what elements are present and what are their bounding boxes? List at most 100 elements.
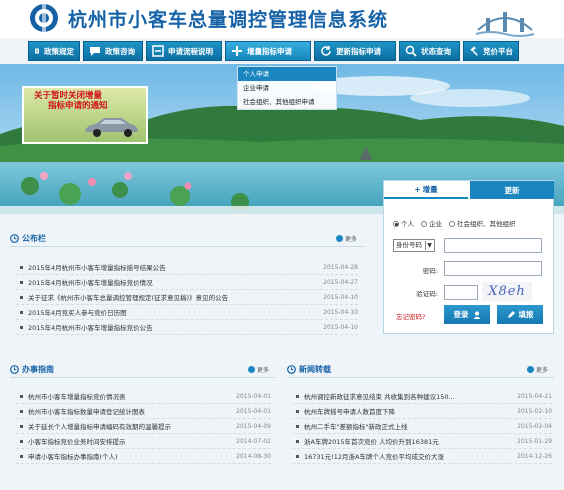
nav-policy[interactable]: 政策规定	[28, 41, 80, 61]
list-item-date: 2015-04-10	[323, 323, 358, 331]
guide-more-label: 更多	[257, 367, 270, 374]
list-item-title: 杭州车牌摇号申请人数首度下降	[304, 408, 395, 416]
radio-personal[interactable]: 个人	[393, 218, 414, 228]
list-item[interactable]: 杭州市小客车指标数量申请登记统计图表 2015-04-01	[16, 404, 271, 419]
chat-icon	[90, 47, 100, 56]
password-input[interactable]	[444, 261, 542, 276]
password-label: 密码:	[422, 267, 438, 275]
guide-divider	[10, 377, 275, 378]
nav-status-query[interactable]: 状态查询	[399, 41, 460, 61]
captcha-input[interactable]	[444, 285, 478, 300]
news-divider	[287, 377, 554, 378]
bullet-icon	[20, 409, 23, 413]
bullet-icon	[20, 424, 23, 428]
system-title: 杭州市小客车总量调控管理信息系统	[68, 9, 389, 31]
list-item[interactable]: 杭州车牌摇号申请人数首度下降 2015-02-10	[292, 404, 552, 419]
nav-auction-label: 竞价平台	[483, 46, 513, 56]
city-emblem-icon	[475, 12, 535, 37]
fill-report-button[interactable]: 填报	[497, 305, 543, 324]
list-item[interactable]: 关于延长个人增量指标申请编码有效期的温馨提示 2015-04-09	[16, 419, 271, 434]
list-item-date: 2015-04-28	[323, 263, 358, 271]
fill-button-label: 填报	[518, 310, 534, 319]
list-item-title: 关于征求《杭州市小客车总量调控管理规定(征求意见稿)》意见的公告	[28, 294, 229, 302]
more-arrow-icon	[336, 235, 343, 242]
bullet-icon	[20, 394, 23, 398]
notice-banner[interactable]: 关于暂时关闭增量 指标申请的通知	[22, 86, 148, 144]
id-number-input[interactable]	[444, 238, 542, 253]
list-item[interactable]: 杭州二手车"差额指标"新政正式上线 2015-02-04	[292, 419, 552, 434]
bulletin-more-label: 更多	[345, 236, 358, 243]
bulletin-divider	[10, 246, 365, 247]
radio-checked-icon	[393, 221, 399, 227]
list-item-title: 2015年4月杭州市小客车增量指标竞价公告	[28, 324, 153, 332]
list-item[interactable]: 16731元!12月浙A车牌个人竞价平均成交价大涨 2014-12-26	[292, 449, 552, 464]
tab-increment-label: 增量	[422, 184, 438, 194]
nav-status-label: 状态查询	[421, 46, 451, 56]
id-type-value: 身份号码	[396, 241, 422, 249]
list-item-title: 2015年4月杭州市小客车增量指标摇号结果公告	[28, 264, 166, 272]
search-icon	[405, 45, 417, 57]
captcha-label: 验证码:	[416, 290, 438, 298]
captcha-image[interactable]: X8eh	[482, 282, 532, 301]
chevron-down-icon: ▼	[425, 241, 433, 250]
list-item-date: 2015-01-29	[517, 437, 552, 445]
bullet-icon	[296, 454, 299, 458]
forgot-password-link[interactable]: 忘记密码?	[396, 311, 425, 321]
list-item[interactable]: 2015年4月杭州市小客车增量指标摇号结果公告 2015-04-28	[16, 260, 358, 275]
clock-icon	[287, 364, 296, 374]
tab-update[interactable]: 更新	[470, 181, 554, 199]
list-item-title: 杭州市小客车指标数量申请登记统计图表	[28, 408, 145, 416]
nav-increment-apply[interactable]: 增量指标申请	[225, 41, 311, 61]
list-item-date: 2015-04-10	[323, 308, 358, 316]
list-item-title: 申请小客车指标办事指南(个人)	[28, 453, 118, 461]
nav-update-apply[interactable]: 更新指标申请	[314, 41, 396, 61]
radio-company[interactable]: 企业	[421, 218, 442, 228]
clock-icon	[10, 364, 19, 374]
list-item-date: 2015-04-10	[323, 293, 358, 301]
plus-icon	[232, 46, 242, 56]
radio-other-org[interactable]: 社会组织、其他组织	[449, 218, 516, 228]
id-type-select[interactable]: 身份号码 ▼	[393, 239, 435, 252]
plus-icon: +	[414, 184, 421, 194]
list-item[interactable]: 关于征求《杭州市小客车总量调控管理规定(征求意见稿)》意见的公告 2015-04-…	[16, 290, 358, 305]
list-item[interactable]: 杭州调控新政征求意见结束 共收集到各种建议150... 2015-04-21	[292, 389, 552, 404]
radio-company-label: 企业	[429, 220, 442, 228]
nav-process[interactable]: 申请流程说明	[146, 41, 222, 61]
list-item-date: 2015-04-01	[236, 392, 271, 400]
dropdown-organization-apply[interactable]: 社会组织、其他组织申请	[238, 95, 336, 109]
bullet-icon	[20, 325, 23, 329]
bullet-icon	[20, 310, 23, 314]
bullet-icon	[20, 265, 23, 269]
refresh-icon	[321, 46, 331, 56]
list-item[interactable]: 小客车指标竞价业务时间安排提示 2014-07-02	[16, 434, 271, 449]
guide-more-link[interactable]: 更多	[248, 365, 269, 374]
login-button[interactable]: 登录	[444, 305, 490, 324]
bulletin-more-link[interactable]: 更多	[336, 234, 357, 243]
tab-increment[interactable]: + 增量	[384, 181, 468, 199]
radio-unchecked-icon	[449, 221, 455, 227]
nav-update-label: 更新指标申请	[336, 46, 381, 56]
nav-auction[interactable]: 竞价平台	[463, 41, 519, 61]
list-item[interactable]: 杭州市小客车增量指标竞价情况表 2015-04-01	[16, 389, 271, 404]
site-header: 杭州市小客车总量调控管理信息系统	[0, 0, 564, 38]
list-item[interactable]: 2015年4月杭州市小客车增量指标竞价情况 2015-04-27	[16, 275, 358, 290]
news-more-link[interactable]: 更多	[527, 365, 548, 374]
guide-header: 办事指南	[10, 362, 54, 376]
list-item[interactable]: 浙A车牌2015年首次竞价 人均价升到16381元 2015-01-29	[292, 434, 552, 449]
list-item-title: 小客车指标竞价业务时间安排提示	[28, 438, 126, 446]
nav-policy-label: 政策规定	[44, 46, 74, 56]
list-item-title: 16731元!12月浙A车牌个人竞价平均成交价大涨	[304, 453, 445, 461]
news-header: 新闻转载	[287, 362, 331, 376]
nav-consult[interactable]: 政策咨询	[83, 41, 143, 61]
list-item-date: 2014-12-26	[517, 452, 552, 460]
radio-other-label: 社会组织、其他组织	[457, 220, 516, 228]
list-item-title: 2015年4月杭州市小客车增量指标竞价情况	[28, 279, 153, 287]
list-item[interactable]: 申请小客车指标办事指南(个人) 2014-08-30	[16, 449, 271, 464]
nav-process-label: 申请流程说明	[168, 46, 213, 56]
increment-apply-dropdown: 个人申请 企业申请 社会组织、其他组织申请	[237, 66, 337, 110]
dropdown-company-apply[interactable]: 企业申请	[238, 81, 336, 95]
notice-line-2: 指标申请的通知	[48, 101, 108, 111]
list-item[interactable]: 2015年4月竞买人参与竞价日历图 2015-04-10	[16, 305, 358, 320]
list-item[interactable]: 2015年4月杭州市小客车增量指标竞价公告 2015-04-10	[16, 320, 358, 335]
dropdown-personal-apply[interactable]: 个人申请	[238, 67, 336, 81]
